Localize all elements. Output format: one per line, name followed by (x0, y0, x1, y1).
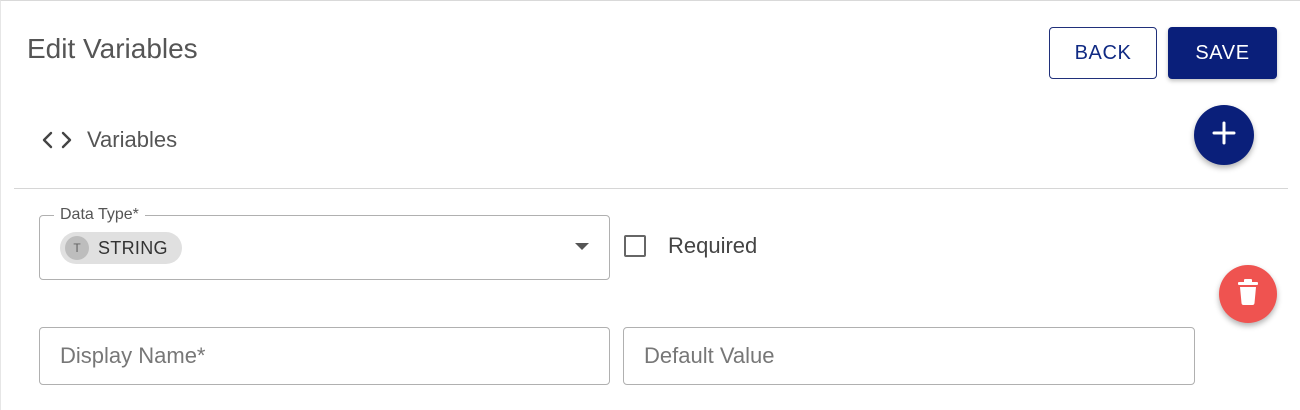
save-button[interactable]: SAVE (1168, 27, 1277, 79)
page-title: Edit Variables (27, 33, 198, 64)
variables-section-header: Variables (41, 125, 177, 155)
edit-variables-page: Edit Variables BACK SAVE Variables Data … (0, 0, 1300, 410)
dropdown-arrow-icon[interactable] (575, 243, 589, 250)
chip-avatar: T (65, 236, 89, 260)
display-name-input[interactable] (39, 327, 610, 385)
section-divider (14, 188, 1288, 189)
back-button[interactable]: BACK (1049, 27, 1157, 79)
plus-icon (1211, 120, 1237, 151)
data-type-chip: T STRING (60, 232, 182, 264)
code-icon (41, 129, 73, 151)
data-type-select[interactable]: Data Type* T STRING (39, 205, 610, 280)
add-variable-button[interactable] (1194, 105, 1254, 165)
section-title: Variables (87, 127, 178, 152)
chip-label: STRING (98, 237, 168, 258)
trash-icon (1237, 278, 1259, 310)
required-label: Required (668, 233, 758, 258)
data-type-label: Data Type* (54, 205, 145, 225)
required-checkbox-control[interactable]: Required (624, 233, 757, 259)
required-checkbox[interactable] (624, 235, 646, 257)
default-value-input[interactable] (623, 327, 1195, 385)
delete-variable-button[interactable] (1219, 265, 1277, 323)
